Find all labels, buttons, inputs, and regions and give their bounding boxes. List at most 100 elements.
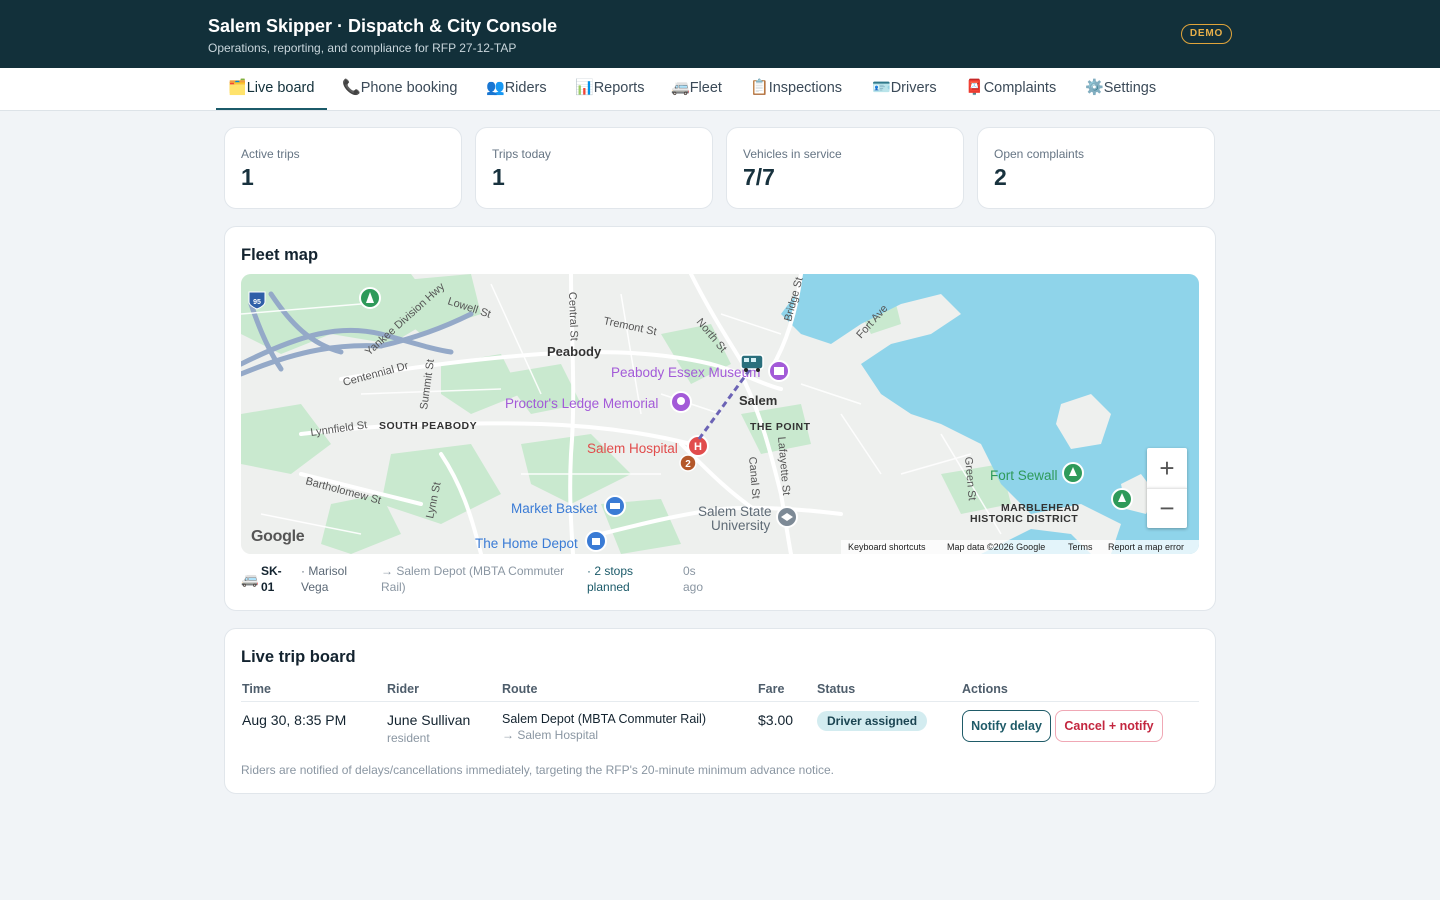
map-label: The Home Depot: [475, 536, 578, 551]
map-label: 95: [253, 299, 261, 306]
route-to: → Salem Hospital: [502, 728, 599, 742]
stat-value: 1: [241, 164, 254, 190]
column-header: Rider: [387, 682, 419, 696]
rider-name: June Sullivan: [387, 712, 471, 728]
map-label: Proctor's Ledge Memorial: [505, 396, 658, 411]
tab-drivers[interactable]: 🪪Drivers: [872, 68, 937, 110]
tab-label: Fleet: [689, 80, 722, 96]
report-map-error-link[interactable]: Report a map error: [1108, 542, 1184, 552]
trip-board-panel: Live trip board Time Rider Route Fare St…: [224, 628, 1216, 794]
minibus-icon: 🚐: [671, 79, 690, 96]
tab-riders[interactable]: 👥Riders: [486, 68, 547, 110]
app-subtitle: Operations, reporting, and compliance fo…: [208, 41, 517, 55]
svg-text:H: H: [694, 441, 702, 453]
vehicle-marker-icon[interactable]: [740, 354, 764, 372]
park-pin-icon: [1062, 462, 1084, 484]
map-label: Market Basket: [511, 501, 598, 516]
hospital-pin-icon: H: [687, 435, 709, 457]
tab-label: Phone booking: [360, 80, 458, 96]
tab-label: Inspections: [768, 80, 843, 96]
hiking-pin-icon: [359, 287, 381, 309]
fleet-map-panel: Fleet map 95 Lowell St Central St Tremon…: [224, 226, 1216, 611]
zoom-in-button[interactable]: +: [1147, 448, 1187, 488]
stat-label: Active trips: [241, 147, 300, 161]
gear-icon: ⚙️: [1085, 79, 1104, 96]
table-divider: [241, 701, 1199, 702]
tab-label: Reports: [593, 80, 645, 96]
trip-time: Aug 30, 8:35 PM: [242, 712, 347, 728]
map-label: Salem Hospital: [587, 441, 678, 456]
stat-card-vehicles-in-service: Vehicles in service 7/7: [726, 127, 964, 209]
tab-label: Drivers: [890, 80, 937, 96]
vehicle-stops-link[interactable]: · 2 stops planned: [587, 563, 663, 595]
keyboard-shortcuts-link[interactable]: Keyboard shortcuts: [848, 542, 926, 552]
column-header: Time: [242, 682, 271, 696]
map-label: Peabody: [547, 344, 602, 359]
map-label: Salem: [739, 393, 777, 408]
google-logo: Google: [251, 528, 305, 545]
id-card-icon: 🪪: [872, 79, 891, 96]
tab-settings[interactable]: ⚙️Settings: [1085, 68, 1156, 110]
column-header: Route: [502, 682, 538, 696]
map-label: University: [711, 518, 771, 533]
tab-fleet[interactable]: 🚐Fleet: [671, 68, 722, 110]
tab-label: Riders: [504, 80, 547, 96]
shopping-cart-pin-icon: [604, 495, 626, 517]
map-label: THE POINT: [750, 421, 811, 433]
map-label: Peabody Essex Museum: [611, 365, 760, 380]
stat-value: 1: [492, 164, 505, 190]
status-badge: Driver assigned: [817, 711, 928, 731]
tab-phone-booking[interactable]: 📞Phone booking: [342, 68, 457, 110]
clipboard-icon: 📋: [750, 79, 769, 96]
terms-link[interactable]: Terms: [1068, 542, 1093, 552]
stat-label: Trips today: [492, 147, 551, 161]
postbox-icon: 📮: [965, 79, 984, 96]
notification-note: Riders are notified of delays/cancellati…: [241, 763, 835, 777]
tab-inspections[interactable]: 📋Inspections: [750, 68, 842, 110]
map-canvas: 95 Lowell St Central St Tremont St North…: [241, 274, 1199, 554]
bar-chart-icon: 📊: [575, 79, 594, 96]
route-from: Salem Depot (MBTA Commuter Rail): [502, 712, 706, 726]
vehicle-id[interactable]: SK-01: [261, 563, 293, 595]
zoom-out-button[interactable]: −: [1147, 488, 1187, 528]
map-attribution: Keyboard shortcuts Map data ©2026 Google…: [841, 540, 1199, 554]
university-pin-icon: [776, 506, 798, 528]
map-label: Salem State: [698, 504, 772, 519]
notify-delay-button[interactable]: Notify delay: [962, 710, 1051, 742]
trip-fare: $3.00: [758, 712, 794, 728]
tab-label: Settings: [1103, 80, 1157, 96]
tab-live-board[interactable]: 🗂️Live board: [216, 68, 327, 110]
stat-value: 2: [994, 164, 1007, 190]
stat-card-open-complaints: Open complaints 2: [977, 127, 1215, 209]
cancel-notify-button[interactable]: Cancel + notify: [1055, 710, 1163, 742]
column-header: Fare: [758, 682, 785, 696]
tab-complaints[interactable]: 📮Complaints: [965, 68, 1056, 110]
vehicle-driver: · Marisol Vega: [301, 564, 348, 594]
memorial-pin-icon: [670, 391, 692, 413]
museum-pin-icon: [768, 360, 790, 382]
stat-value: 7/7: [743, 164, 775, 190]
main-nav-tabs: 🗂️Live board 📞Phone booking 👥Riders 📊Rep…: [0, 68, 1440, 111]
stat-label: Vehicles in service: [743, 147, 842, 161]
tab-label: Live board: [246, 80, 315, 96]
tab-label: Complaints: [983, 80, 1057, 96]
stat-card-trips-today: Trips today 1: [475, 127, 713, 209]
stop-number: 2: [685, 459, 691, 470]
rider-type: resident: [387, 731, 430, 745]
fleet-map-title: Fleet map: [241, 246, 319, 264]
stat-card-active-trips: Active trips 1: [224, 127, 462, 209]
vehicle-last-update: 0s ago: [683, 564, 704, 594]
column-header: Actions: [962, 682, 1008, 696]
minibus-icon: 🚐: [241, 571, 259, 587]
stat-label: Open complaints: [994, 147, 1085, 161]
demo-badge: DEMO: [1181, 24, 1232, 44]
map-label: SOUTH PEABODY: [379, 420, 477, 432]
map-label: HISTORIC DISTRICT: [970, 513, 1078, 525]
people-icon: 👥: [486, 79, 505, 96]
fleet-map[interactable]: 95 Lowell St Central St Tremont St North…: [241, 274, 1199, 554]
stop-marker[interactable]: 2: [679, 454, 697, 472]
tab-reports[interactable]: 📊Reports: [575, 68, 644, 110]
phone-icon: 📞: [342, 79, 361, 96]
app-title: Salem Skipper · Dispatch & City Console: [208, 16, 558, 36]
interstate-95-icon: 95: [248, 291, 266, 310]
